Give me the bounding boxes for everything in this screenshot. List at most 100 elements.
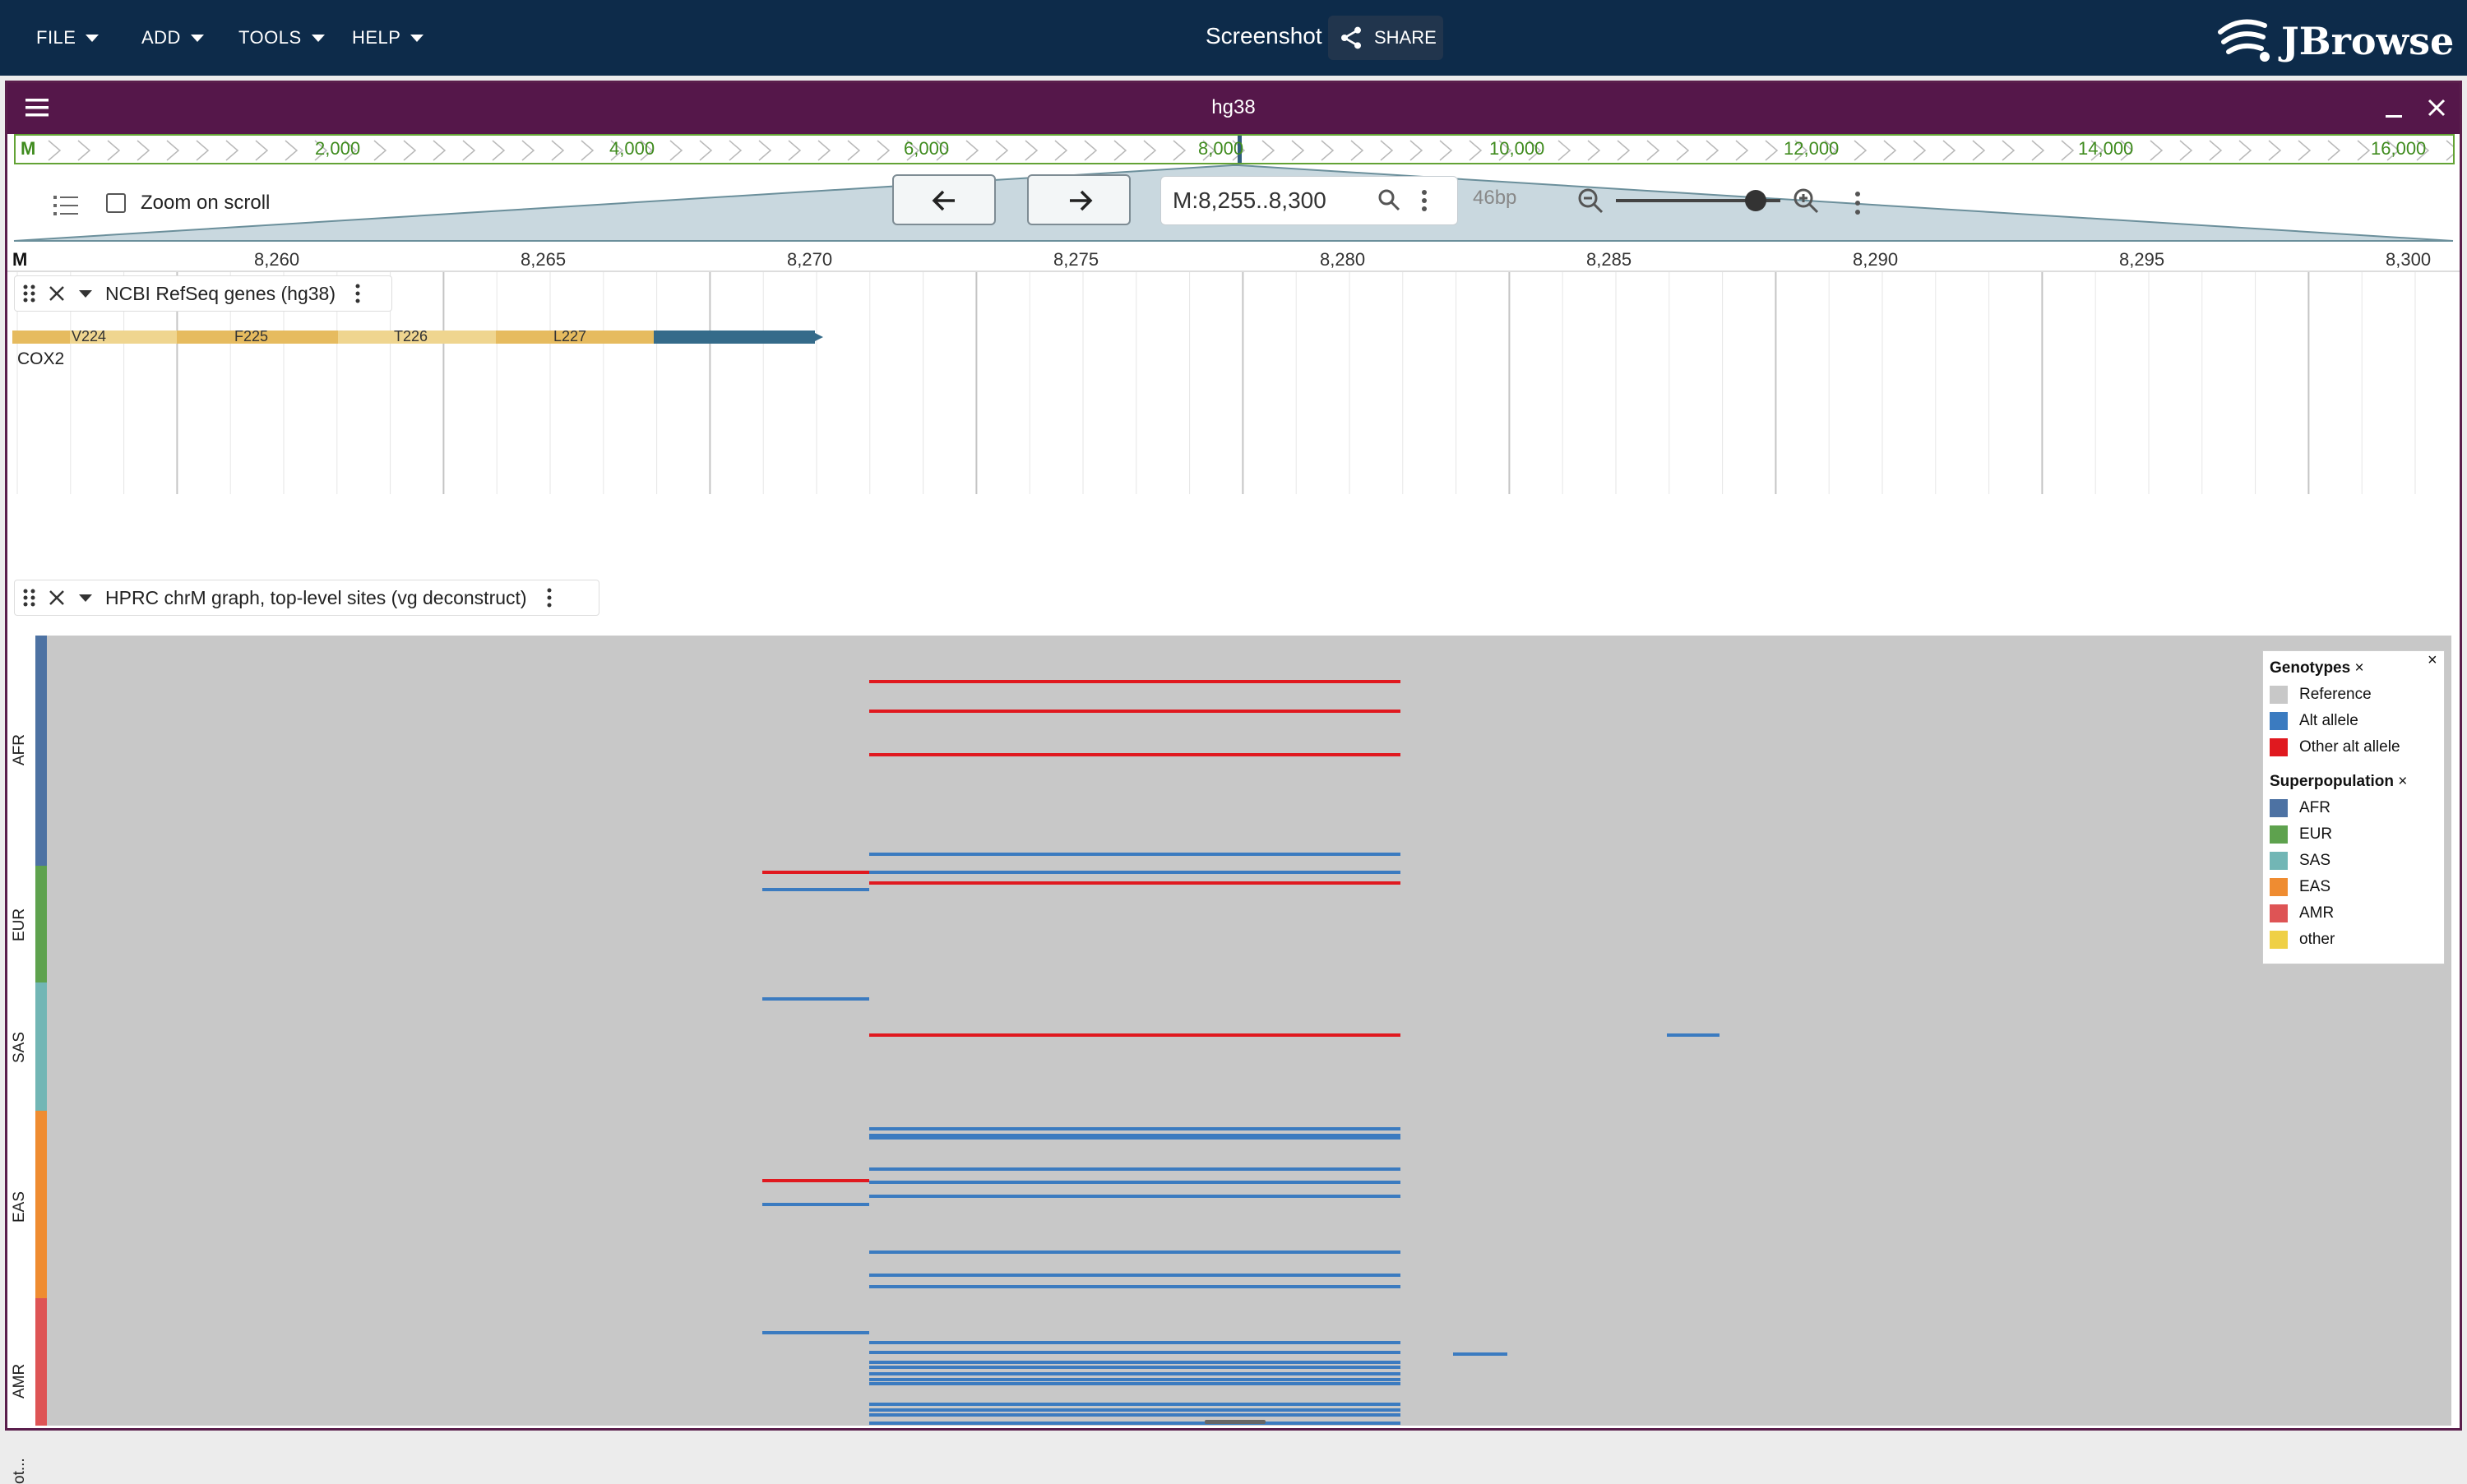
legend-item: other	[2270, 931, 2335, 949]
codon-label: T226	[394, 328, 428, 344]
track-menu-icon[interactable]	[545, 586, 553, 609]
variant-matrix-track: AFR EUR SAS EAS AMR ot...	[7, 511, 2460, 1484]
share-icon	[1341, 26, 1361, 49]
tools-menu-label: TOOLS	[238, 27, 302, 48]
view-title: hg38	[1211, 96, 1256, 118]
gene-track-name: NCBI RefSeq genes (hg38)	[105, 282, 336, 304]
legend-superpop-header: Superpopulation ×	[2270, 773, 2407, 791]
share-label: SHARE	[1374, 27, 1437, 48]
legend-swatch	[2270, 799, 2288, 817]
add-menu[interactable]: ADD	[141, 0, 204, 76]
legend-item-label: Other alt allele	[2299, 738, 2400, 756]
chevron-down-icon	[311, 34, 325, 42]
share-button[interactable]: SHARE	[1328, 16, 1443, 60]
overview-tick-label: 14,000	[2078, 138, 2134, 159]
legend-item-label: AFR	[2299, 799, 2330, 816]
overview-tick-label: 12,000	[1784, 138, 1840, 159]
variant-matrix[interactable]	[7, 511, 2460, 1426]
legend-item: EUR	[2270, 825, 2332, 844]
minimize-icon[interactable]	[2382, 97, 2405, 120]
ruler-ref-label: M	[12, 249, 28, 270]
legend-swatch	[2270, 686, 2288, 704]
superpop-label-afr: AFR	[11, 734, 28, 765]
variant-track-header: HPRC chrM graph, top-level sites (vg dec…	[14, 580, 599, 616]
chevron-down-icon[interactable]	[77, 288, 94, 299]
session-name[interactable]: Screenshot	[1206, 23, 1322, 49]
view-resize-handle[interactable]	[1205, 1420, 1266, 1424]
superpop-label-eur: EUR	[11, 908, 28, 941]
legend-item-label: Alt allele	[2299, 712, 2358, 729]
zoom-in-icon[interactable]	[1792, 187, 1820, 215]
help-menu-label: HELP	[352, 27, 401, 48]
overview-tick-label: 2,000	[315, 138, 361, 159]
zoom-out-icon[interactable]	[1576, 187, 1604, 215]
drag-handle-icon[interactable]	[21, 587, 38, 608]
legend-genotypes-close-icon[interactable]: ×	[2354, 659, 2363, 677]
superpop-label-other: ot...	[11, 1458, 28, 1484]
jbrowse-logo: JBrowse	[2215, 14, 2462, 63]
legend-item-label: SAS	[2299, 852, 2331, 869]
help-menu[interactable]: HELP	[352, 0, 424, 76]
legend-item-label: EAS	[2299, 878, 2331, 895]
view-menu-icon[interactable]	[1853, 190, 1863, 216]
ruler-tick-label: 8,280	[1320, 249, 1366, 270]
zoom-on-scroll-label: Zoom on scroll	[141, 192, 271, 214]
drag-handle-icon[interactable]	[21, 283, 38, 304]
app-bar: FILE ADD TOOLS HELP Screenshot SHARE JBr…	[0, 0, 2467, 76]
zoom-slider-thumb[interactable]	[1744, 190, 1766, 211]
ruler-tick-label: 8,295	[2119, 249, 2165, 270]
ruler-tick-label: 8,290	[1853, 249, 1899, 270]
file-menu[interactable]: FILE	[36, 0, 100, 76]
legend-swatch	[2270, 878, 2288, 896]
codon-label: L227	[553, 328, 587, 344]
legend-swatch	[2270, 852, 2288, 870]
legend-item: Alt allele	[2270, 712, 2358, 730]
ruler: M 8,260 8,265 8,270 8,275 8,280 8,285 8,…	[7, 243, 2460, 272]
overview-tick-label: 8,000	[1198, 138, 1244, 159]
track-menu-icon[interactable]	[354, 282, 362, 305]
add-menu-label: ADD	[141, 27, 181, 48]
location-input[interactable]: M:8,255..8,300	[1173, 187, 1326, 214]
zoom-slider[interactable]	[1616, 190, 1780, 211]
superpop-label-eas: EAS	[11, 1190, 28, 1223]
chevron-down-icon[interactable]	[77, 592, 94, 603]
overview-tick-label: 16,000	[2371, 138, 2427, 159]
scroll-right-button[interactable]	[1027, 174, 1131, 225]
legend-item-label: EUR	[2299, 825, 2333, 843]
track-selector-icon[interactable]	[52, 193, 80, 218]
close-track-icon[interactable]	[48, 284, 66, 303]
superpop-label-sas: SAS	[11, 1031, 28, 1063]
ruler-tick-label: 8,260	[254, 249, 300, 270]
chevron-down-icon	[190, 34, 204, 42]
zoom-on-scroll-checkbox[interactable]	[106, 193, 126, 213]
legend-superpop-close-icon[interactable]: ×	[2398, 773, 2407, 790]
legend-item: AMR	[2270, 904, 2334, 922]
tools-menu[interactable]: TOOLS	[238, 0, 325, 76]
legend-genotypes-title: Genotypes	[2270, 659, 2351, 677]
ruler-tick-label: 8,265	[521, 249, 567, 270]
overview-scalebar[interactable]: M 2,000 4,000 6,000 8,000 10,000 12,000 …	[14, 134, 2455, 164]
ruler-tick-label: 8,285	[1586, 249, 1632, 270]
legend-item-label: AMR	[2299, 904, 2335, 922]
scroll-left-button[interactable]	[892, 174, 996, 225]
superpop-label-amr: AMR	[11, 1363, 28, 1398]
location-search-box[interactable]: M:8,255..8,300	[1160, 176, 1458, 225]
zoom-on-scroll-toggle[interactable]: Zoom on scroll	[106, 192, 270, 215]
close-icon[interactable]	[2425, 96, 2448, 119]
ruler-tick-label: 8,275	[1053, 249, 1099, 270]
legend-item: AFR	[2270, 799, 2330, 817]
overview-tick-label: M	[21, 138, 36, 159]
gene-name-label[interactable]: COX2	[17, 349, 64, 369]
search-icon[interactable]	[1377, 187, 1401, 212]
overview-tick-label: 4,000	[609, 138, 655, 159]
legend-swatch	[2270, 738, 2288, 756]
legend-close-icon[interactable]: ×	[2428, 651, 2437, 670]
view-header: hg38	[7, 83, 2460, 134]
arrow-left-icon	[932, 190, 955, 211]
legend-genotypes-header: Genotypes ×	[2270, 659, 2364, 677]
ruler-tick-label: 8,270	[787, 249, 833, 270]
legend-item-label: Reference	[2299, 686, 2372, 703]
more-vert-icon[interactable]	[1419, 188, 1429, 213]
linear-genome-view: hg38 M 2,000 4,000 6,000 8,000 10,000 12…	[5, 81, 2462, 1484]
close-track-icon[interactable]	[48, 589, 66, 607]
